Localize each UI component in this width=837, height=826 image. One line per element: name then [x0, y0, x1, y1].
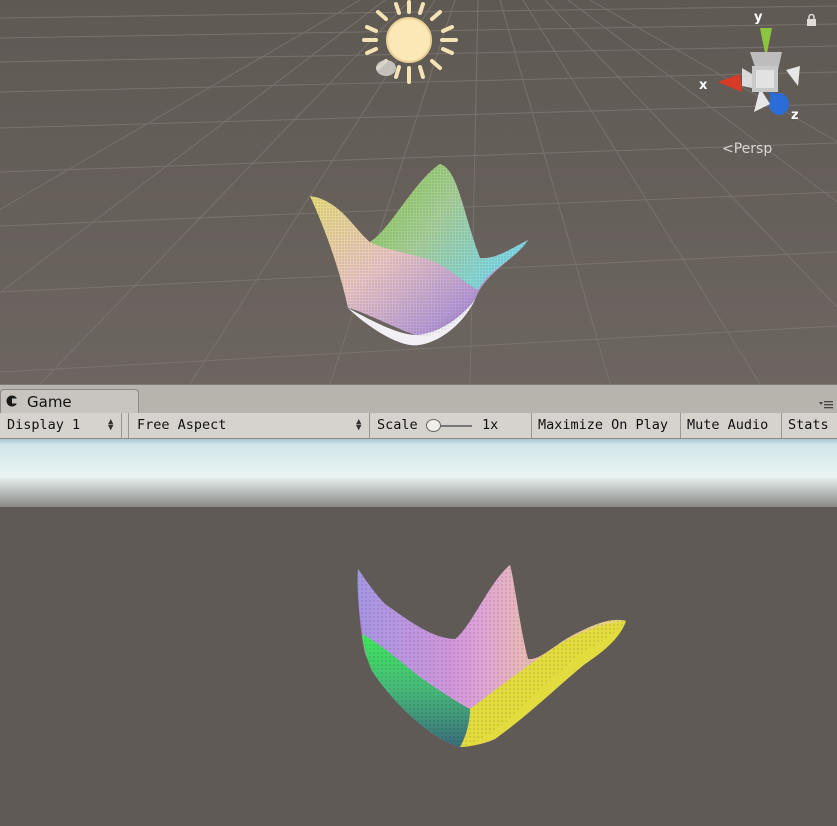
stats-label: Stats [788, 417, 829, 433]
display-dropdown-value: Display 1 [7, 417, 81, 433]
projection-label: Persp [733, 141, 773, 157]
panel-menu-icon[interactable] [819, 399, 833, 409]
game-controller-icon [6, 395, 18, 407]
aspect-dropdown-value: Free Aspect [137, 417, 227, 433]
sun-light-icon[interactable] [356, 0, 466, 92]
mute-audio-label: Mute Audio [687, 417, 769, 433]
updown-arrow-icon: ▲ ▼ [356, 417, 362, 433]
scale-control: Scale 1x [370, 413, 532, 438]
tab-game-label: Game [27, 393, 72, 411]
game-viewport [0, 439, 837, 826]
mute-audio-toggle[interactable]: Mute Audio [681, 413, 782, 438]
game-panel-header: Game [0, 384, 837, 414]
scene-view[interactable]: y x z <Persp [0, 0, 837, 384]
axis-x-label: x [699, 78, 708, 93]
updown-arrow-icon: ▲ ▼ [108, 417, 114, 433]
stats-toggle[interactable]: Stats [782, 413, 837, 438]
game-view[interactable] [0, 439, 837, 826]
persp-arrow-icon: < [722, 141, 734, 157]
wave-surface-scene [310, 164, 528, 346]
aspect-dropdown[interactable]: Free Aspect ▲ ▼ [128, 413, 370, 438]
tab-game[interactable]: Game [0, 389, 139, 414]
maximize-on-play-label: Maximize On Play [538, 417, 669, 433]
scale-slider-thumb[interactable] [426, 419, 441, 432]
projection-toggle[interactable]: <Persp [722, 141, 772, 157]
lock-icon[interactable] [806, 14, 817, 26]
game-toolbar: Display 1 ▲ ▼ Free Aspect ▲ ▼ Scale 1x Max… [0, 413, 837, 439]
scale-value: 1x [482, 417, 499, 433]
axis-y-label: y [754, 10, 763, 25]
axis-z-label: z [791, 108, 799, 123]
scale-label: Scale [377, 417, 418, 433]
maximize-on-play-toggle[interactable]: Maximize On Play [532, 413, 681, 438]
display-dropdown[interactable]: Display 1 ▲ ▼ [0, 413, 122, 438]
